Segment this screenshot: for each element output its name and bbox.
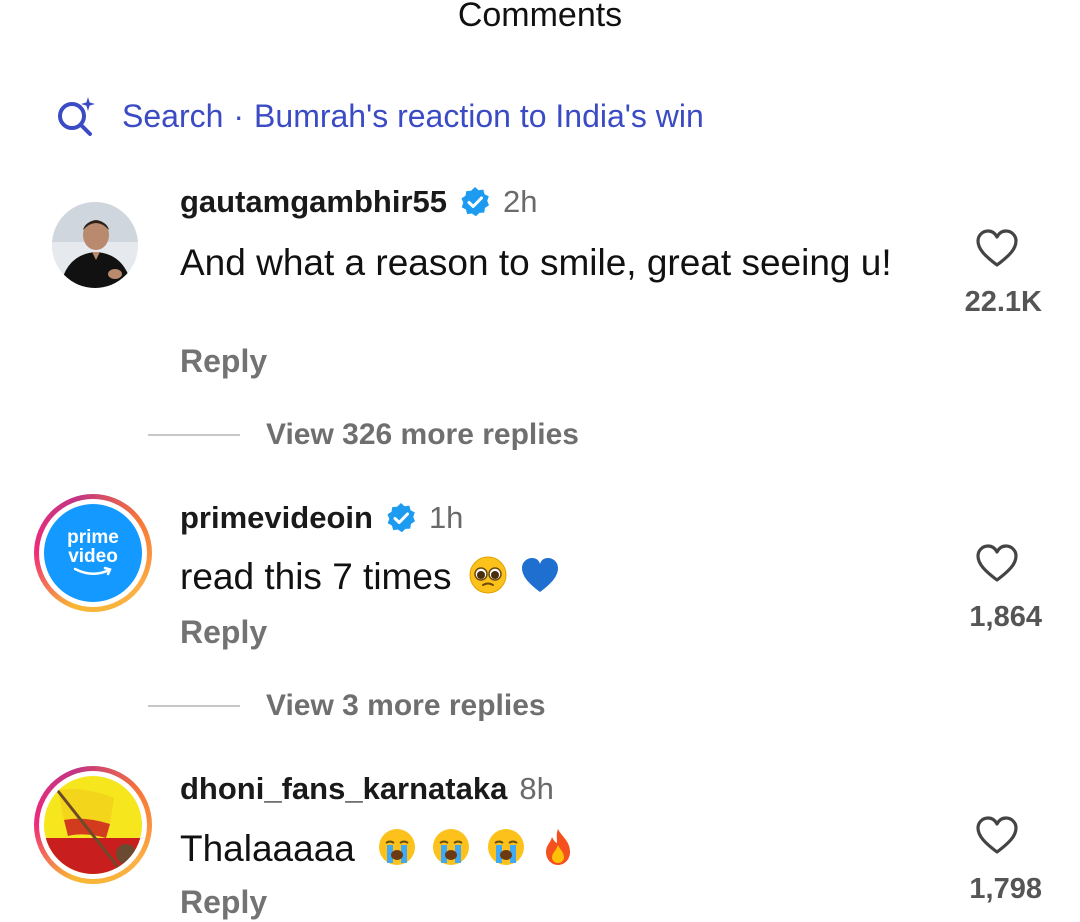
search-prefix: Search bbox=[122, 97, 224, 134]
comment-header: primevideoin 1h bbox=[180, 500, 463, 536]
search-sparkle-icon bbox=[58, 97, 95, 136]
reply-button[interactable]: Reply bbox=[180, 614, 267, 651]
view-more-replies-button[interactable]: View 326 more replies bbox=[148, 418, 579, 452]
verified-badge-icon bbox=[461, 187, 490, 217]
username[interactable]: primevideoin bbox=[180, 500, 373, 536]
like-group: 22.1K bbox=[952, 228, 1042, 319]
person-photo bbox=[52, 202, 138, 288]
heart-icon[interactable] bbox=[975, 815, 1019, 855]
view-more-label: View 326 more replies bbox=[266, 418, 579, 451]
reply-button[interactable]: Reply bbox=[180, 343, 267, 380]
logo-text-video: video bbox=[68, 546, 118, 567]
comment-time: 8h bbox=[519, 771, 554, 806]
like-count: 1,798 bbox=[969, 873, 1042, 905]
smile-arrow-icon bbox=[73, 566, 112, 576]
reply-button[interactable]: Reply bbox=[180, 884, 267, 921]
divider-line bbox=[148, 705, 240, 707]
username[interactable]: dhoni_fans_karnataka bbox=[180, 771, 507, 807]
search-suggestion[interactable]: Search · Bumrah's reaction to India's wi… bbox=[54, 92, 704, 140]
comment-time: 1h bbox=[428, 500, 464, 535]
comment-header: gautamgambhir55 2h bbox=[180, 184, 538, 220]
like-count: 22.1K bbox=[964, 286, 1042, 318]
search-query: Bumrah's reaction to India's win bbox=[254, 97, 704, 134]
karnataka-flag-photo bbox=[44, 776, 142, 874]
comments-sheet: Comments Search · Bumrah's reaction to I… bbox=[0, 0, 1080, 922]
comment-text-row: read this 7 times bbox=[180, 554, 940, 600]
comment-header: dhoni_fans_karnataka 8h bbox=[180, 771, 554, 807]
comment-text: Thalaaaaa bbox=[180, 828, 355, 869]
crying-face-emoji bbox=[433, 829, 470, 865]
like-group: 1,864 bbox=[952, 543, 1042, 634]
avatar[interactable] bbox=[52, 202, 138, 288]
view-more-label: View 3 more replies bbox=[266, 689, 546, 722]
comment-text: read this 7 times bbox=[180, 556, 452, 597]
sheet-title: Comments bbox=[457, 0, 623, 34]
avatar-story-ring[interactable] bbox=[34, 766, 152, 884]
fire-emoji bbox=[546, 829, 570, 865]
view-more-replies-button[interactable]: View 3 more replies bbox=[148, 689, 546, 723]
blue-heart-emoji bbox=[522, 558, 559, 592]
divider-line bbox=[148, 434, 240, 436]
heart-icon[interactable] bbox=[975, 543, 1019, 583]
comment-text-row: Thalaaaaa bbox=[180, 826, 940, 872]
prime-video-logo: prime video bbox=[44, 504, 142, 602]
crying-face-emoji bbox=[487, 829, 524, 865]
comment-time: 2h bbox=[503, 184, 538, 219]
pleading-face-emoji bbox=[469, 556, 507, 594]
crying-face-emoji bbox=[379, 829, 416, 865]
avatar-story-ring[interactable]: prime video bbox=[34, 494, 152, 612]
heart-icon[interactable] bbox=[975, 228, 1019, 268]
search-separator: · bbox=[233, 97, 245, 134]
like-group: 1,798 bbox=[952, 815, 1042, 906]
username[interactable]: gautamgambhir55 bbox=[180, 184, 447, 220]
like-count: 1,864 bbox=[969, 601, 1042, 633]
logo-text-prime: prime bbox=[67, 527, 119, 548]
comment-text: And what a reason to smile, great seeing… bbox=[180, 242, 892, 283]
verified-badge-icon bbox=[387, 503, 415, 533]
